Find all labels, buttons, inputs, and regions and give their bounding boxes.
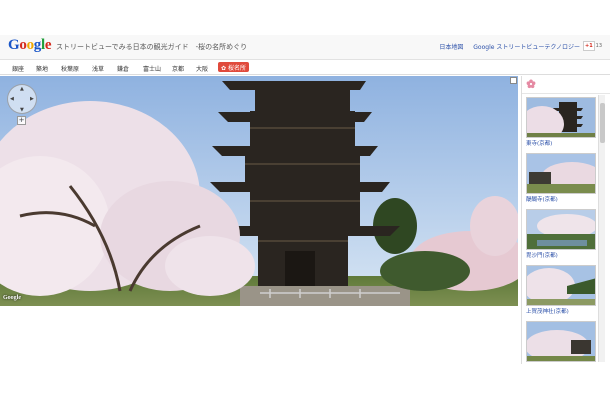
- tab-fujisan[interactable]: 富士山: [143, 64, 161, 73]
- tab-ginza[interactable]: 銀座: [12, 64, 24, 73]
- tab-osaka[interactable]: 大阪: [196, 64, 208, 73]
- site-title: ストリートビューでみる日本の観光ガイド -桜の名所めぐり: [56, 43, 248, 51]
- streetview-panorama[interactable]: ▲ ▼ ◀ ▶ +: [0, 76, 518, 306]
- navigation-control[interactable]: ▲ ▼ ◀ ▶: [7, 84, 37, 114]
- sakura-icon: [526, 79, 536, 89]
- thumbnail-kamigamo[interactable]: 上賀茂神社(京都): [526, 265, 596, 315]
- tab-akihabara[interactable]: 秋葉原: [61, 64, 79, 73]
- thumbnail-image[interactable]: [526, 321, 596, 362]
- thumbnail-caption[interactable]: 東寺(京都): [526, 139, 596, 147]
- thumbnail-toji[interactable]: 東寺(京都): [526, 97, 596, 147]
- gplus-widget[interactable]: +1 13: [583, 41, 603, 51]
- pan-left-icon[interactable]: ◀: [10, 96, 14, 102]
- tab-asakusa[interactable]: 浅草: [92, 64, 104, 73]
- thumbnail-image[interactable]: [526, 265, 596, 306]
- thumbnail-5[interactable]: [526, 321, 596, 362]
- pan-up-icon[interactable]: ▲: [20, 86, 24, 92]
- pan-down-icon[interactable]: ▼: [20, 107, 24, 113]
- streetview-google-watermark: Google: [3, 295, 21, 301]
- streetview-tech-link[interactable]: Google ストリートビューテクノロジー: [473, 44, 580, 51]
- panorama-image[interactable]: [0, 76, 518, 306]
- gplus-count: 13: [595, 43, 603, 49]
- thumbnail-daigoji[interactable]: 醍醐寺(京都): [526, 153, 596, 203]
- thumbnail-caption[interactable]: 上賀茂神社(京都): [526, 307, 596, 315]
- thumbnail-bishamon[interactable]: 毘沙門(京都): [526, 209, 596, 259]
- sidebar-header: [522, 76, 610, 94]
- nav-tabs: 銀座 築地 秋葉原 浅草 鎌倉 富士山 京都 大阪 ✿ 桜名所: [0, 61, 610, 75]
- gplus-button[interactable]: +1: [583, 41, 595, 51]
- tab-sakura[interactable]: ✿ 桜名所: [218, 62, 249, 72]
- tab-tsukiji[interactable]: 築地: [36, 64, 48, 73]
- japan-map-link[interactable]: 日本地図: [439, 44, 463, 51]
- page: Google ストリートビューでみる日本の観光ガイド -桜の名所めぐり 日本地図…: [0, 0, 610, 400]
- tab-kyoto[interactable]: 京都: [172, 64, 184, 73]
- google-logo[interactable]: Google: [8, 37, 52, 54]
- top-links: 日本地図 Google ストリートビューテクノロジー: [431, 42, 580, 51]
- expand-icon[interactable]: [510, 77, 517, 84]
- thumbnail-image[interactable]: [526, 97, 596, 138]
- thumbnail-caption[interactable]: 醍醐寺(京都): [526, 195, 596, 203]
- scrollbar-thumb[interactable]: [600, 103, 605, 143]
- tab-sakura-label: 桜名所: [227, 65, 246, 72]
- tab-kamakura[interactable]: 鎌倉: [117, 64, 129, 73]
- zoom-in-button[interactable]: +: [17, 116, 26, 125]
- sidebar-scrollbar[interactable]: [598, 95, 605, 362]
- pan-right-icon[interactable]: ▶: [30, 96, 34, 102]
- location-sidebar: 東寺(京都) 醍醐寺(京都) 毘沙門(京都) 上賀茂神社(京都): [521, 76, 610, 364]
- thumbnail-caption[interactable]: 毘沙門(京都): [526, 251, 596, 259]
- thumbnail-image[interactable]: [526, 153, 596, 194]
- thumbnail-image[interactable]: [526, 209, 596, 250]
- header-bar: Google ストリートビューでみる日本の観光ガイド -桜の名所めぐり 日本地図…: [0, 35, 610, 60]
